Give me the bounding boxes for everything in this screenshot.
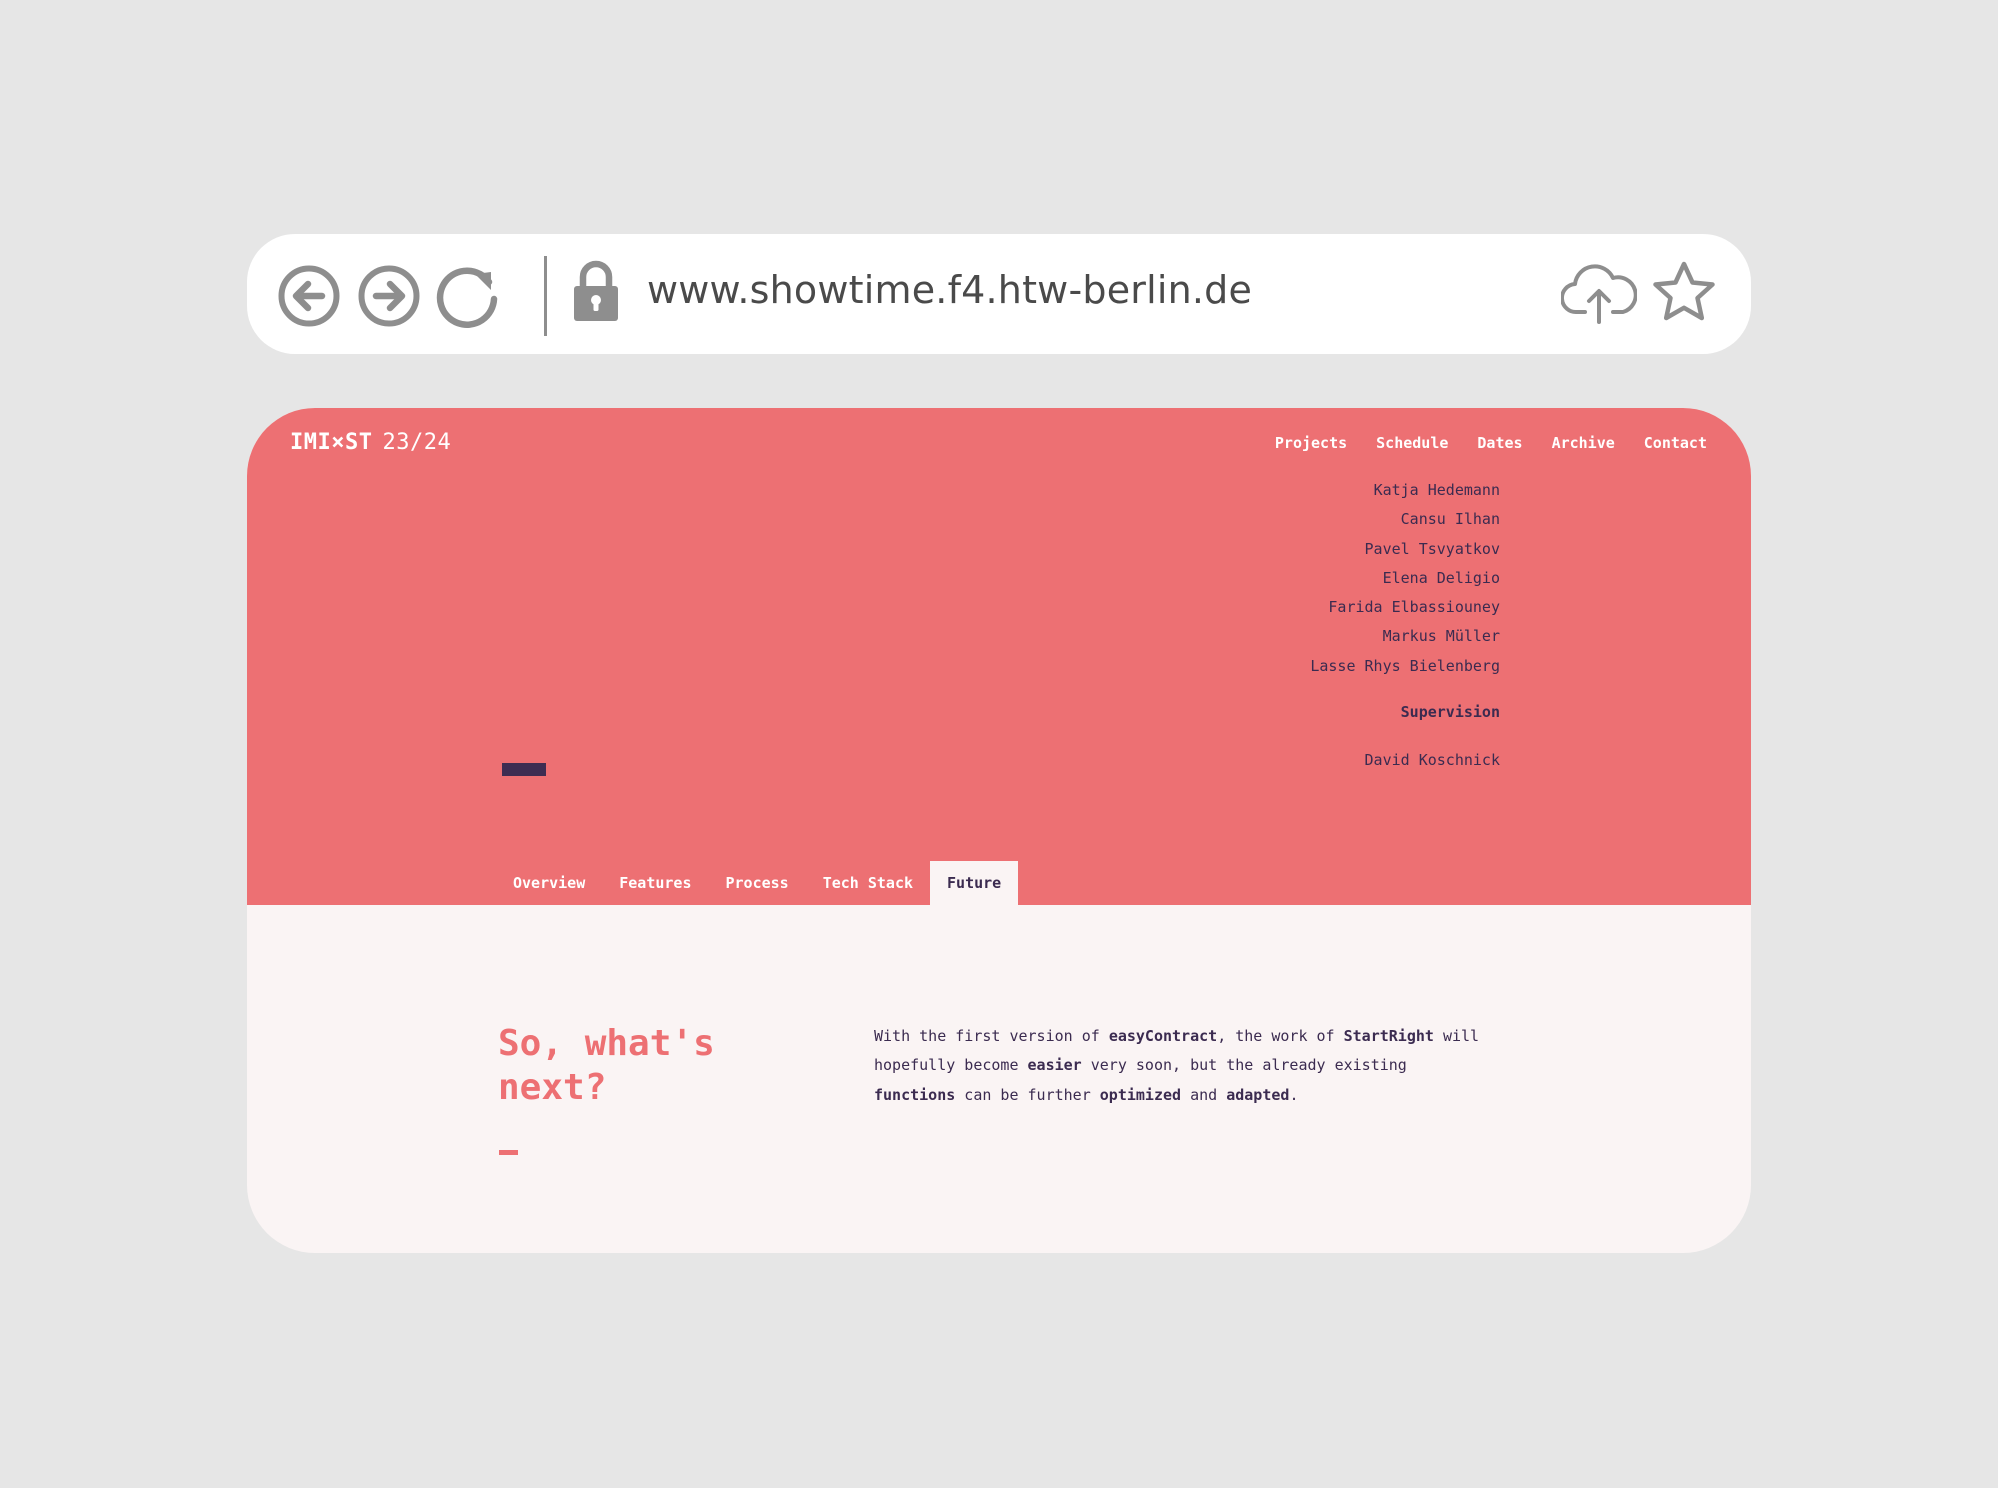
body-text-run: and — [1181, 1085, 1227, 1104]
section-title-line: next? — [498, 1067, 607, 1108]
nav-link-contact[interactable]: Contact — [1644, 434, 1707, 452]
nav-link-archive[interactable]: Archive — [1552, 434, 1615, 452]
lock-icon — [573, 260, 619, 322]
tab-future[interactable]: Future — [930, 861, 1019, 905]
section-title-line: So, what's — [498, 1023, 715, 1064]
body-text-run: With the first version of — [874, 1027, 1109, 1045]
main-nav: Projects Schedule Dates Archive Contact — [1275, 434, 1707, 452]
site-logo[interactable]: IMI×ST 23/24 — [290, 430, 451, 455]
team-member: Pavel Tsvyatkov — [1364, 539, 1500, 558]
browser-toolbar: www.showtime.f4.htw-berlin.de — [247, 234, 1751, 354]
nav-link-dates[interactable]: Dates — [1477, 434, 1522, 452]
team-list: Katja Hedemann Cansu Ilhan Pavel Tsvyatk… — [1310, 476, 1500, 771]
body-emphasis: adapted — [1226, 1085, 1290, 1104]
tab-overview[interactable]: Overview — [496, 861, 602, 905]
project-hero: IMI×ST 23/24 Projects Schedule Dates Arch… — [247, 408, 1751, 905]
body-text-run: very soon, but the already existing — [1081, 1056, 1407, 1075]
section-tabs: Overview Features Process Tech Stack Fut… — [496, 861, 1019, 905]
tab-process[interactable]: Process — [709, 861, 806, 905]
body-emphasis: optimized — [1099, 1085, 1182, 1104]
team-member: Markus Müller — [1382, 627, 1500, 646]
bookmark-star-icon[interactable] — [1651, 260, 1717, 324]
supervision-heading: Supervision — [1400, 703, 1500, 722]
section-body-text: With the first version of easyContract, … — [874, 1022, 1494, 1110]
team-member: Elena Deligio — [1382, 568, 1500, 587]
body-text-run: can be further — [955, 1085, 1100, 1104]
forward-arrow-icon[interactable] — [357, 264, 421, 328]
nav-link-projects[interactable]: Projects — [1275, 434, 1347, 452]
toolbar-divider — [544, 256, 547, 336]
page-viewport: IMI×ST 23/24 Projects Schedule Dates Arch… — [247, 408, 1751, 1253]
reload-icon[interactable] — [435, 264, 499, 328]
decorative-dash — [502, 763, 546, 776]
back-arrow-icon[interactable] — [277, 264, 341, 328]
tab-tech-stack[interactable]: Tech Stack — [806, 861, 930, 905]
body-emphasis: easier — [1027, 1056, 1082, 1075]
title-underline-dash — [499, 1150, 518, 1155]
nav-link-schedule[interactable]: Schedule — [1376, 434, 1448, 452]
body-emphasis: easyContract — [1108, 1027, 1218, 1045]
team-member: Lasse Rhys Bielenberg — [1310, 656, 1500, 675]
team-member: Farida Elbassiouney — [1328, 598, 1500, 617]
body-text-run: . — [1289, 1085, 1299, 1104]
team-member: Katja Hedemann — [1373, 481, 1500, 499]
body-text-run: , the work of — [1217, 1027, 1344, 1045]
logo-year: 23/24 — [382, 430, 452, 455]
section-title: So, what's next? — [498, 1022, 715, 1110]
address-bar-url[interactable]: www.showtime.f4.htw-berlin.de — [647, 268, 1252, 312]
supervisor-name: David Koschnick — [1364, 751, 1500, 770]
body-emphasis: functions — [874, 1085, 956, 1104]
tab-features[interactable]: Features — [602, 861, 708, 905]
logo-mark: IMI×ST — [290, 430, 373, 455]
body-emphasis: StartRight — [1343, 1027, 1434, 1045]
team-member: Cansu Ilhan — [1400, 510, 1500, 529]
cloud-upload-icon[interactable] — [1561, 262, 1637, 326]
